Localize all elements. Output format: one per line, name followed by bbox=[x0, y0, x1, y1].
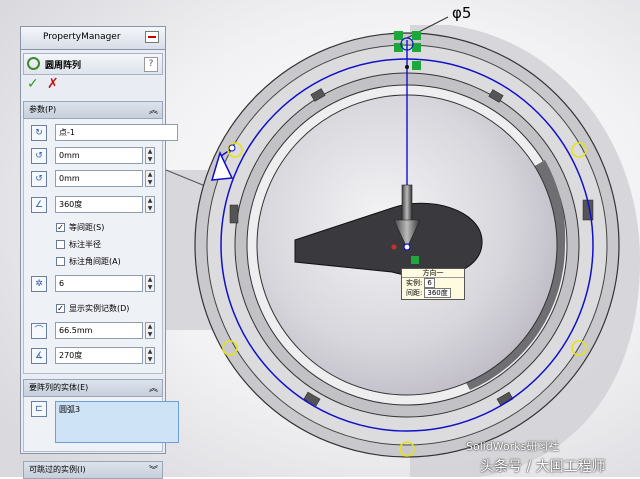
entities-list[interactable]: 圆弧3 bbox=[55, 401, 179, 443]
entity-list-item[interactable]: 圆弧3 bbox=[59, 404, 175, 415]
radius-row: ⌒ 66.5mm ▲ ▼ bbox=[24, 322, 162, 340]
handle bbox=[405, 65, 409, 69]
arc-angle-spinner[interactable]: ▲ ▼ bbox=[145, 347, 155, 364]
offset-y-icon: ↺ bbox=[31, 171, 47, 187]
handle bbox=[412, 31, 421, 40]
entities-group-title: 要阵列的实体(E) bbox=[29, 383, 89, 392]
instances-icon: ✲ bbox=[31, 276, 47, 292]
dim-angle-label: 标注角间距(A) bbox=[69, 257, 121, 266]
help-button[interactable]: ? bbox=[144, 57, 158, 72]
offset-1-spinner[interactable]: ▲ ▼ bbox=[145, 147, 155, 164]
handle bbox=[228, 144, 236, 152]
diameter-dimension[interactable]: φ5 bbox=[452, 4, 471, 22]
pin-icon[interactable] bbox=[145, 31, 159, 43]
circular-pattern-icon bbox=[27, 57, 40, 70]
params-group-header[interactable]: 参数(P) ︽ bbox=[23, 101, 163, 119]
ok-cancel-row: ✓ ✗ bbox=[21, 75, 165, 95]
skip-group-header[interactable]: 可跳过的实例(I) ︾ bbox=[23, 461, 163, 479]
property-manager-panel: PropertyManager 圆周阵列 ? ✓ ✗ 参数(P) ︽ ↻ 点-1… bbox=[20, 26, 179, 479]
watermark-line-2: 头条号 / 大国工程师 bbox=[480, 459, 606, 475]
show-count-row: ✓ 显示实例记数(D) bbox=[24, 301, 162, 319]
dim-angle-checkbox[interactable] bbox=[56, 257, 65, 266]
expand-icon[interactable]: ︾ bbox=[149, 463, 158, 476]
instances-field[interactable]: 6 bbox=[55, 275, 143, 292]
cancel-button[interactable]: ✗ bbox=[47, 76, 59, 92]
offset-1-field[interactable]: 0mm bbox=[55, 147, 143, 164]
offset-2-row: ↺ 0mm ▲ ▼ bbox=[24, 170, 162, 188]
equal-spacing-label: 等间距(S) bbox=[69, 223, 105, 232]
dim-radius-label: 标注半径 bbox=[69, 240, 101, 249]
collapse-icon[interactable]: ︽ bbox=[149, 103, 158, 116]
offset-2-field[interactable]: 0mm bbox=[55, 170, 143, 187]
collapse-icon[interactable]: ︽ bbox=[149, 381, 158, 394]
handle bbox=[403, 243, 411, 251]
feature-title-row: 圆周阵列 ? bbox=[23, 53, 163, 75]
handle bbox=[391, 244, 397, 250]
offset-x-icon: ↺ bbox=[31, 148, 47, 164]
pattern-tooltip: 方向一 实例: 6 间距: 360度 bbox=[401, 268, 465, 300]
show-count-label: 显示实例记数(D) bbox=[69, 304, 130, 313]
tooltip-instances-row: 实例: 6 bbox=[402, 278, 464, 288]
handle bbox=[394, 31, 403, 40]
angle-row: ∠ 360度 ▲ ▼ bbox=[24, 196, 162, 214]
instances-row: ✲ 6 ▲ ▼ bbox=[24, 275, 162, 293]
radius-spinner[interactable]: ▲ ▼ bbox=[145, 322, 155, 339]
entities-icon: ⊏ bbox=[31, 401, 47, 417]
dim-radius-row: 标注半径 bbox=[24, 237, 162, 255]
show-count-checkbox[interactable]: ✓ bbox=[56, 304, 65, 313]
entities-group-header[interactable]: 要阵列的实体(E) ︽ bbox=[23, 379, 163, 397]
center-point-icon: ↻ bbox=[31, 125, 47, 141]
center-point-row: ↻ 点-1 bbox=[24, 124, 178, 142]
dim-radius-checkbox[interactable] bbox=[56, 240, 65, 249]
offset-2-spinner[interactable]: ▲ ▼ bbox=[145, 170, 155, 187]
handle bbox=[411, 256, 419, 264]
arc-angle-row: ∡ 270度 ▲ ▼ bbox=[24, 347, 162, 365]
property-manager-title: PropertyManager bbox=[43, 32, 121, 42]
arc-angle-icon: ∡ bbox=[31, 348, 47, 364]
entities-group-body: ⊏ 圆弧3 bbox=[23, 397, 179, 452]
property-manager-header: PropertyManager bbox=[21, 27, 165, 50]
handle bbox=[412, 61, 421, 70]
tooltip-spacing-row: 间距: 360度 bbox=[402, 288, 464, 298]
offset-1-row: ↺ 0mm ▲ ▼ bbox=[24, 147, 162, 165]
feature-title: 圆周阵列 bbox=[45, 61, 82, 71]
angle-icon: ∠ bbox=[31, 197, 47, 213]
radius-icon: ⌒ bbox=[31, 323, 47, 339]
angle-spinner[interactable]: ▲ ▼ bbox=[145, 196, 155, 213]
tooltip-instances-value[interactable]: 6 bbox=[424, 278, 435, 288]
tooltip-title: 方向一 bbox=[402, 269, 464, 278]
equal-spacing-checkbox[interactable]: ✓ bbox=[56, 223, 65, 232]
watermark-line-1: SolidWorks研习社 bbox=[466, 440, 560, 453]
params-group-title: 参数(P) bbox=[29, 105, 57, 114]
skip-group-title: 可跳过的实例(I) bbox=[29, 465, 86, 474]
angle-field[interactable]: 360度 bbox=[55, 196, 143, 213]
params-group-body: ↻ 点-1 ↺ 0mm ▲ ▼ ↺ 0mm ▲ ▼ ∠ 360度 ▲ ▼ ✓ 等间距(… bbox=[23, 119, 178, 374]
arc-angle-field[interactable]: 270度 bbox=[55, 347, 143, 364]
instances-spinner[interactable]: ▲ ▼ bbox=[145, 275, 155, 292]
radius-field[interactable]: 66.5mm bbox=[55, 322, 143, 339]
ok-button[interactable]: ✓ bbox=[27, 76, 39, 92]
tooltip-spacing-value[interactable]: 360度 bbox=[424, 288, 451, 298]
equal-spacing-row: ✓ 等间距(S) bbox=[24, 220, 162, 238]
dim-angle-row: 标注角间距(A) bbox=[24, 254, 162, 272]
center-point-field[interactable]: 点-1 bbox=[55, 124, 178, 141]
